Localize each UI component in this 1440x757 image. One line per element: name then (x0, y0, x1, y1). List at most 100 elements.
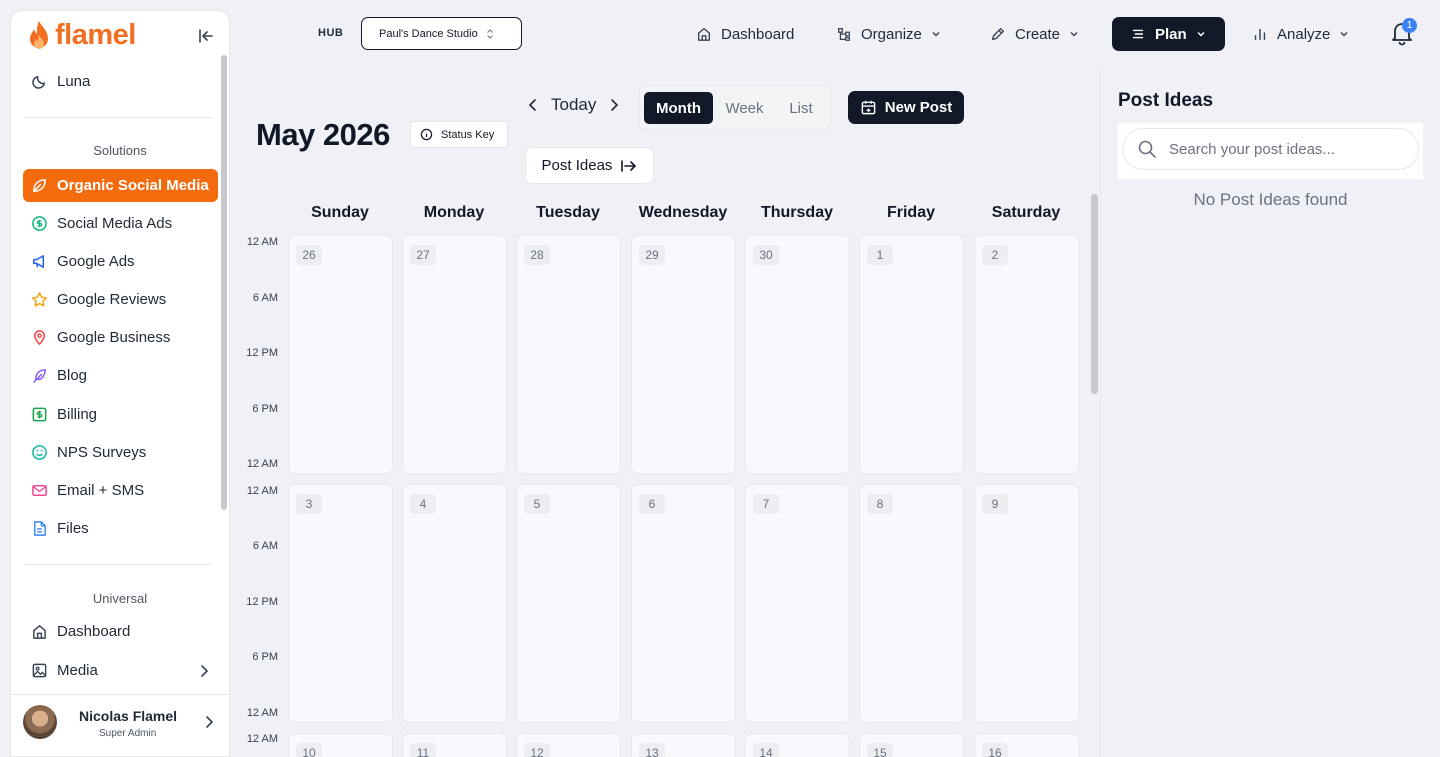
calendar-day-cell[interactable]: 7 (745, 484, 850, 723)
home-icon (33, 625, 46, 639)
hub-label: HUB (318, 27, 344, 39)
day-header-monday: Monday (423, 204, 485, 221)
post-ideas-search-box (1122, 128, 1419, 170)
home-icon (698, 28, 710, 41)
time-label: 12 AM (246, 733, 278, 745)
user-role: Super Admin (99, 728, 157, 739)
date-number: 29 (639, 245, 665, 265)
today-navigation: Today (527, 95, 620, 115)
calendar-day-cell[interactable]: 14 (745, 733, 850, 757)
chevron-left-icon[interactable] (527, 98, 539, 112)
chevron-down-icon (1070, 32, 1078, 37)
topnav-create[interactable]: Create (978, 17, 1091, 51)
user-menu[interactable]: Nicolas Flamel Super Admin (11, 694, 229, 756)
calendar-day-cell[interactable]: 26 (288, 235, 393, 474)
tab-month[interactable]: Month (644, 92, 713, 124)
date-number: 3 (296, 494, 322, 514)
sidebar-item-media[interactable]: Media (23, 654, 218, 687)
chevron-right-icon[interactable] (608, 98, 620, 112)
view-tabs: Month Week List (639, 85, 831, 130)
calendar-day-cell[interactable]: 2 (974, 235, 1079, 474)
sidebar-item-email-sms[interactable]: Email + SMS (23, 474, 218, 507)
date-number: 6 (639, 494, 665, 514)
day-header-thursday: Thursday (760, 204, 833, 221)
sidebar-item-files[interactable]: Files (23, 512, 218, 545)
section-label-universal: Universal (92, 591, 148, 606)
sidebar: flamel Luna Solutions Organic Social Med… (10, 10, 230, 757)
sidebar-item-dashboard[interactable]: Dashboard (23, 615, 218, 648)
calendar-day-cell[interactable]: 4 (402, 484, 507, 723)
sidebar-item-google-ads[interactable]: Google Ads (23, 245, 218, 278)
calendar-scrollbar[interactable] (1091, 194, 1098, 394)
section-label-solutions: Solutions (93, 143, 147, 158)
day-header-sunday: Sunday (311, 204, 369, 221)
collapse-sidebar-icon[interactable] (197, 27, 215, 45)
calendar-day-cell[interactable]: 15 (859, 733, 964, 757)
post-ideas-toggle-button[interactable]: Post Ideas (525, 147, 654, 184)
sidebar-item-blog[interactable]: Blog (23, 359, 218, 392)
tab-list[interactable]: List (777, 92, 825, 124)
time-label: 6 PM (252, 651, 278, 663)
calendar-day-cell[interactable]: 16 (974, 733, 1079, 757)
day-header-tuesday: Tuesday (536, 204, 600, 221)
date-number: 9 (982, 494, 1008, 514)
time-label: 12 PM (246, 596, 278, 608)
date-number: 28 (524, 245, 550, 265)
info-icon (420, 128, 433, 141)
calendar-day-cell[interactable]: 11 (402, 733, 507, 757)
flamel-logo[interactable]: flamel (27, 19, 136, 52)
calendar-day-cell[interactable]: 12 (516, 733, 621, 757)
time-label: 12 AM (246, 458, 278, 470)
topnav-analyze[interactable]: Analyze (1240, 17, 1361, 51)
calendar-day-cell[interactable]: 29 (631, 235, 736, 474)
hub-select[interactable]: Paul's Dance Studio (361, 17, 522, 50)
search-icon (1138, 140, 1156, 158)
image-icon (32, 663, 47, 678)
date-number: 10 (296, 743, 322, 757)
topnav-plan[interactable]: Plan (1112, 17, 1225, 51)
feather-icon (33, 369, 46, 383)
date-number: 12 (524, 743, 550, 757)
calendar-day-cell[interactable]: 27 (402, 235, 507, 474)
avatar (23, 705, 57, 739)
calendar-day-cell[interactable]: 28 (516, 235, 621, 474)
calendar-day-cell[interactable]: 8 (859, 484, 964, 723)
new-post-button[interactable]: New Post (848, 91, 964, 124)
sidebar-item-luna[interactable]: Luna (23, 65, 218, 98)
date-number: 7 (753, 494, 779, 514)
topnav-dashboard[interactable]: Dashboard (684, 17, 806, 51)
file-icon (34, 521, 46, 536)
calendar-day-cell[interactable]: 13 (631, 733, 736, 757)
chevron-down-icon (1340, 32, 1348, 37)
date-number: 30 (753, 245, 779, 265)
sidebar-item-nps-surveys[interactable]: NPS Surveys (23, 436, 218, 469)
calendar-day-cell[interactable]: 10 (288, 733, 393, 757)
sidebar-scrollbar[interactable] (221, 55, 227, 510)
status-key-button[interactable]: Status Key (410, 121, 508, 148)
date-number: 5 (524, 494, 550, 514)
hierarchy-icon (838, 28, 850, 41)
flame-icon (30, 20, 48, 49)
map-pin-icon (34, 330, 45, 346)
sidebar-item-google-business[interactable]: Google Business (23, 321, 218, 354)
sidebar-item-billing[interactable]: Billing (23, 398, 218, 431)
calendar-day-cell[interactable]: 9 (974, 484, 1079, 723)
leaf-icon (33, 179, 46, 192)
chevron-down-icon (1197, 32, 1205, 37)
calendar-day-cell[interactable]: 6 (631, 484, 736, 723)
dollar-circle-icon (32, 216, 47, 231)
sidebar-item-google-reviews[interactable]: Google Reviews (23, 283, 218, 316)
today-button[interactable]: Today (551, 95, 596, 115)
post-ideas-search-input[interactable] (1169, 140, 1399, 158)
calendar-day-cell[interactable]: 1 (859, 235, 964, 474)
topnav-organize[interactable]: Organize (824, 17, 953, 51)
calendar-day-cell[interactable]: 30 (745, 235, 850, 474)
date-number: 4 (410, 494, 436, 514)
sidebar-item-organic-social-media[interactable]: Organic Social Media (23, 169, 218, 202)
calendar-day-cell[interactable]: 3 (288, 484, 393, 723)
dollar-square-icon (32, 407, 47, 422)
calendar-day-cell[interactable]: 5 (516, 484, 621, 723)
sidebar-item-social-media-ads[interactable]: Social Media Ads (23, 207, 218, 240)
tab-week[interactable]: Week (717, 92, 772, 124)
time-label: 12 AM (246, 707, 278, 719)
